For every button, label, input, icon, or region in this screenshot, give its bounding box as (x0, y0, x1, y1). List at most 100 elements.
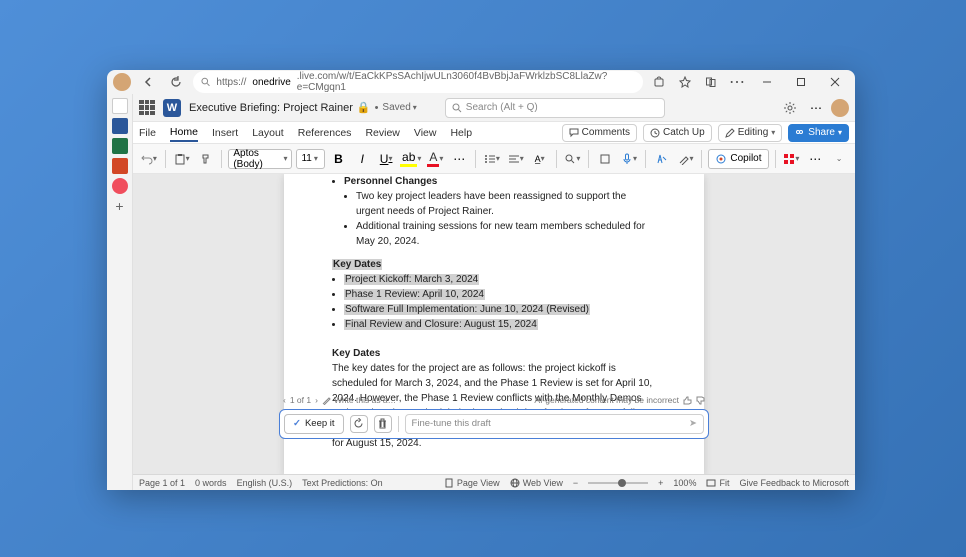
catch-up-button[interactable]: Catch Up (643, 124, 712, 142)
more-font-button[interactable]: ⋯ (449, 148, 469, 170)
app-launcher-icon[interactable] (139, 100, 155, 116)
shopping-icon[interactable] (649, 72, 669, 92)
close-button[interactable] (821, 72, 849, 92)
pencil-icon (725, 128, 735, 138)
minimize-button[interactable] (753, 72, 781, 92)
font-color-button[interactable]: A▾ (425, 148, 445, 170)
comments-button[interactable]: Comments (562, 124, 637, 142)
status-page[interactable]: Page 1 of 1 (139, 478, 185, 488)
ai-prev-button[interactable]: ‹ (283, 394, 286, 407)
document-page[interactable]: Personnel Changes Two key project leader… (284, 174, 704, 474)
url-host: onedrive (252, 77, 290, 88)
chevron-down-icon[interactable]: ▾ (413, 103, 417, 112)
fit-button[interactable]: Fit (706, 478, 729, 488)
list-item: Additional training sessions for new tea… (356, 219, 656, 249)
bullets-button[interactable]: ▾ (482, 148, 502, 170)
ribbon-overflow-button[interactable]: ⋯ (805, 148, 825, 170)
zoom-value[interactable]: 100% (673, 478, 696, 488)
app-tile-word[interactable] (112, 118, 128, 134)
favorite-icon[interactable] (675, 72, 695, 92)
bold-button[interactable]: B (329, 148, 349, 170)
settings-icon[interactable] (779, 97, 801, 119)
collapse-ribbon-button[interactable]: ⌄ (829, 148, 849, 170)
font-name-value: Aptos (Body) (233, 148, 281, 170)
share-icon (795, 128, 805, 138)
chevron-down-icon: ▾ (771, 128, 775, 137)
status-words[interactable]: 0 words (195, 478, 227, 488)
find-button[interactable]: ▾ (562, 148, 582, 170)
tab-view[interactable]: View (414, 125, 437, 141)
thumbs-down-button[interactable] (696, 396, 705, 405)
addins-button[interactable]: ▾ (781, 148, 801, 170)
font-name-select[interactable]: Aptos (Body)▾ (228, 149, 292, 169)
profile-avatar[interactable] (113, 73, 131, 91)
tab-layout[interactable]: Layout (252, 125, 284, 141)
underline-button[interactable]: U▾ (376, 148, 396, 170)
font-size-value: 11 (301, 153, 311, 164)
sensitivity-icon: 🔒 (357, 101, 371, 114)
feedback-link[interactable]: Give Feedback to Microsoft (739, 478, 849, 488)
list-item: Two key project leaders have been reassi… (356, 189, 656, 219)
ai-suggestion-box: ✓ Keep it Fine-tune this draft ➤ (279, 409, 709, 439)
delete-button[interactable] (374, 415, 392, 433)
fit-label: Fit (719, 478, 729, 488)
copilot-label: Copilot (730, 153, 761, 164)
refresh-button[interactable] (165, 71, 187, 93)
user-avatar[interactable] (831, 99, 849, 117)
tab-help[interactable]: Help (450, 125, 472, 141)
status-predictions[interactable]: Text Predictions: On (302, 478, 383, 488)
document-name[interactable]: Executive Briefing: Project Rainer (189, 102, 353, 114)
overflow-icon[interactable]: ⋯ (805, 97, 827, 119)
share-button[interactable]: Share ▾ (788, 124, 849, 142)
tab-home[interactable]: Home (170, 124, 198, 142)
zoom-in-button[interactable]: + (658, 478, 663, 488)
zoom-slider[interactable] (588, 482, 648, 484)
align-button[interactable]: ▾ (506, 148, 526, 170)
ai-disclaimer: AI-generated content may be incorrect (534, 394, 679, 407)
font-size-select[interactable]: 11▾ (296, 149, 324, 169)
zoom-out-button[interactable]: − (573, 478, 578, 488)
app-tile-pdf[interactable] (112, 178, 128, 194)
more-icon[interactable]: ⋯ (727, 72, 747, 92)
app-tile-powerpoint[interactable] (112, 158, 128, 174)
ai-next-button[interactable]: › (315, 394, 318, 407)
undo-button[interactable]: ▾ (139, 148, 159, 170)
fine-tune-placeholder: Fine-tune this draft (412, 417, 491, 431)
paste-button[interactable]: ▾ (172, 148, 192, 170)
ai-write-prompt[interactable]: Write this as a… (334, 394, 396, 407)
maximize-button[interactable] (787, 72, 815, 92)
search-input[interactable]: Search (Alt + Q) (445, 98, 665, 118)
app-tile-excel[interactable] (112, 138, 128, 154)
tab-insert[interactable]: Insert (212, 125, 238, 141)
web-view-button[interactable]: Web View (510, 478, 563, 488)
submit-arrow-icon[interactable]: ➤ (689, 417, 697, 431)
app-tile-home[interactable] (112, 98, 128, 114)
italic-button[interactable]: I (352, 148, 372, 170)
document-canvas[interactable]: Personnel Changes Two key project leader… (133, 174, 855, 474)
page-view-label: Page View (457, 478, 500, 488)
editor-button[interactable] (652, 148, 672, 170)
back-button[interactable] (137, 71, 159, 93)
tab-review[interactable]: Review (365, 125, 399, 141)
dictate-button[interactable]: ▾ (619, 148, 639, 170)
copilot-button[interactable]: Copilot (708, 149, 768, 169)
collections-icon[interactable] (701, 72, 721, 92)
format-painter-button[interactable] (196, 148, 216, 170)
fine-tune-input[interactable]: Fine-tune this draft ➤ (405, 414, 704, 434)
keep-it-label: Keep it (305, 417, 335, 431)
status-lang[interactable]: English (U.S.) (237, 478, 293, 488)
address-bar[interactable]: https://onedrive.live.com/w/t/EaCkKPsSAc… (193, 71, 643, 93)
highlight-button[interactable]: ab▾ (400, 148, 421, 170)
tab-references[interactable]: References (298, 125, 352, 141)
add-app-button[interactable]: + (112, 198, 128, 214)
regenerate-button[interactable] (350, 415, 368, 433)
editing-mode-button[interactable]: Editing ▾ (718, 124, 783, 142)
designer-button[interactable] (595, 148, 615, 170)
page-view-button[interactable]: Page View (444, 478, 500, 488)
keep-it-button[interactable]: ✓ Keep it (284, 414, 344, 434)
search-icon (452, 103, 462, 113)
ink-button[interactable]: ▾ (676, 148, 696, 170)
thumbs-up-button[interactable] (683, 396, 692, 405)
tab-file[interactable]: File (139, 125, 156, 141)
styles-button[interactable]: A̲▾ (530, 148, 550, 170)
